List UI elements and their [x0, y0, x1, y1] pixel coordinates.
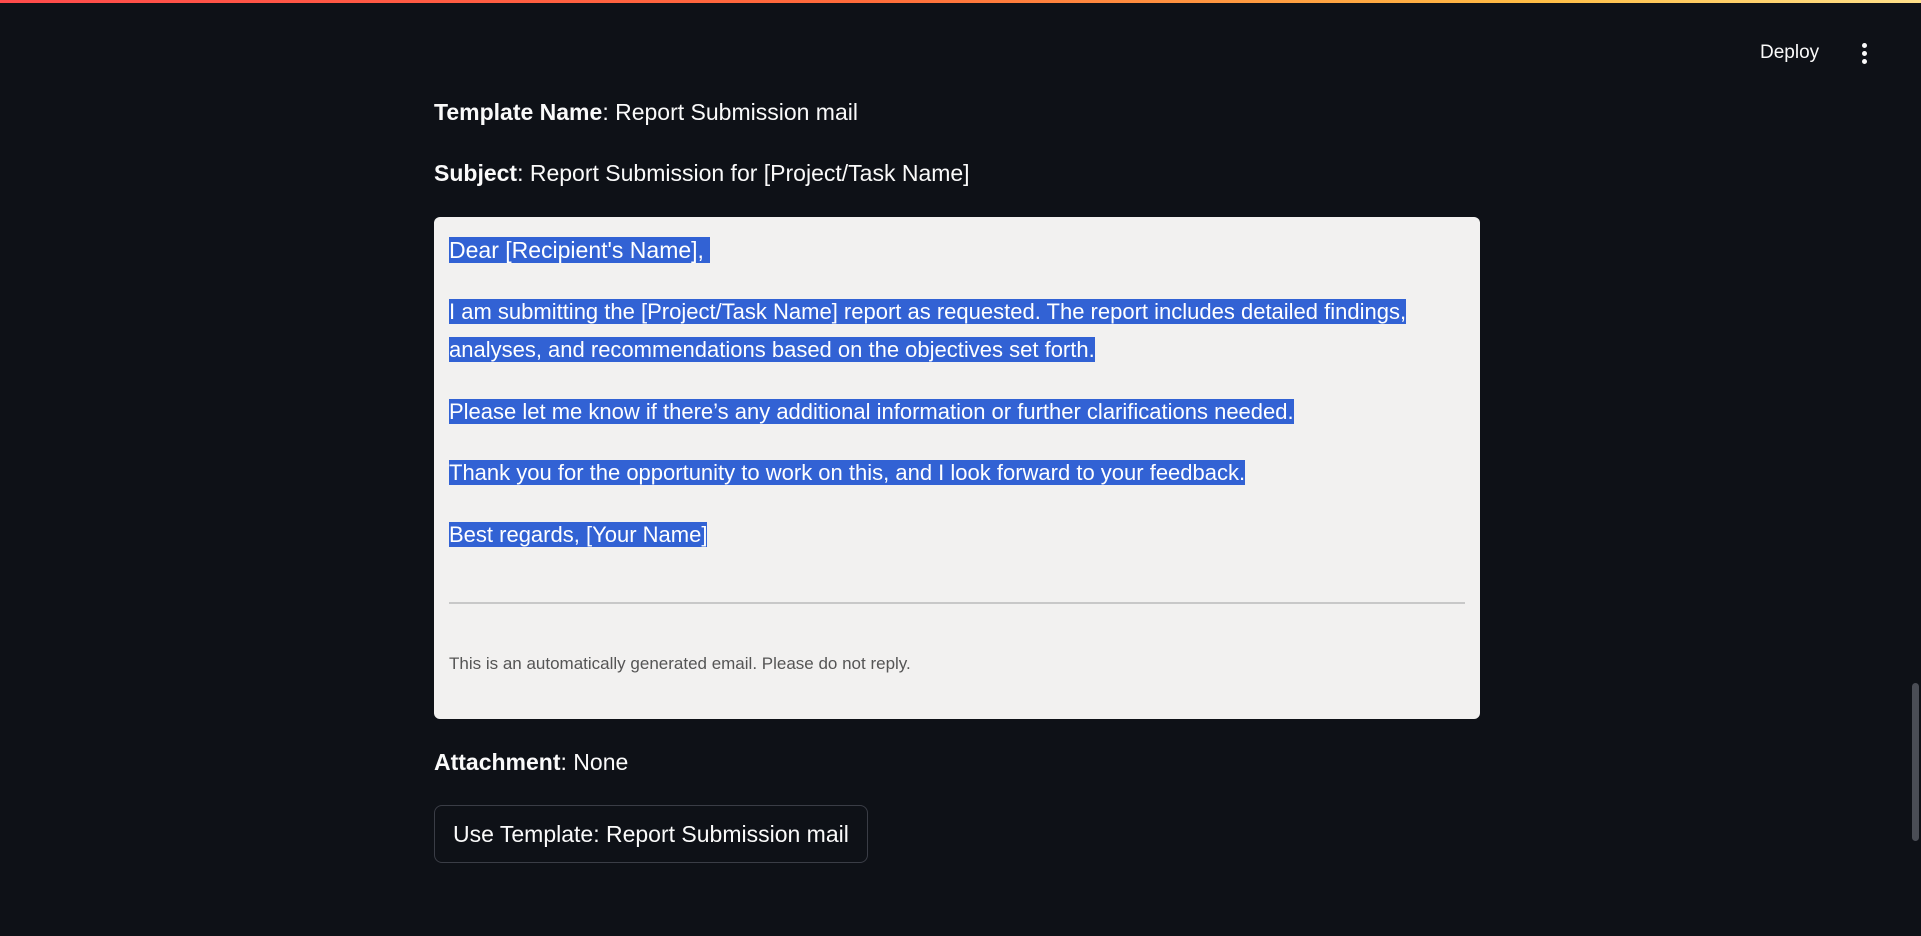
email-signoff: Best regards, [Your Name]: [449, 522, 708, 547]
email-paragraph-1: I am submitting the [Project/Task Name] …: [449, 293, 1469, 369]
subject-line: Subject: Report Submission for [Project/…: [434, 160, 970, 186]
use-template-button[interactable]: Use Template: Report Submission mail: [434, 805, 868, 863]
subject-value: Report Submission for [Project/Task Name…: [529, 160, 970, 186]
attachment-label: Attachment: [434, 749, 561, 775]
vertical-ellipsis-icon: [1861, 42, 1867, 64]
email-body-preview: Dear [Recipient's Name], I am submitting…: [434, 217, 1480, 719]
deploy-button[interactable]: Deploy: [1748, 38, 1831, 68]
email-paragraph-1-line-2: analyses, and recommendations based on t…: [449, 337, 1095, 362]
attachment-line: Attachment: None: [434, 749, 629, 775]
top-decoration-bar: [0, 0, 1921, 3]
template-name-label: Template Name: [434, 99, 603, 125]
attachment-value: None: [573, 749, 629, 775]
page-scrollbar-thumb[interactable]: [1912, 683, 1919, 841]
template-name-value: Report Submission mail: [615, 99, 858, 125]
email-greeting: Dear [Recipient's Name],: [449, 231, 711, 269]
email-paragraph-1-line-1: I am submitting the [Project/Task Name] …: [449, 299, 1407, 324]
email-paragraph-3: Thank you for the opportunity to work on…: [449, 460, 1246, 485]
subject-label: Subject: [434, 160, 518, 186]
email-footer-note: This is an automatically generated email…: [449, 654, 911, 673]
main-menu-button[interactable]: [1848, 36, 1880, 70]
template-name-line: Template Name: Report Submission mail: [434, 99, 858, 125]
email-divider: [449, 602, 1465, 604]
email-paragraph-2: Please let me know if there’s any additi…: [449, 399, 1294, 424]
